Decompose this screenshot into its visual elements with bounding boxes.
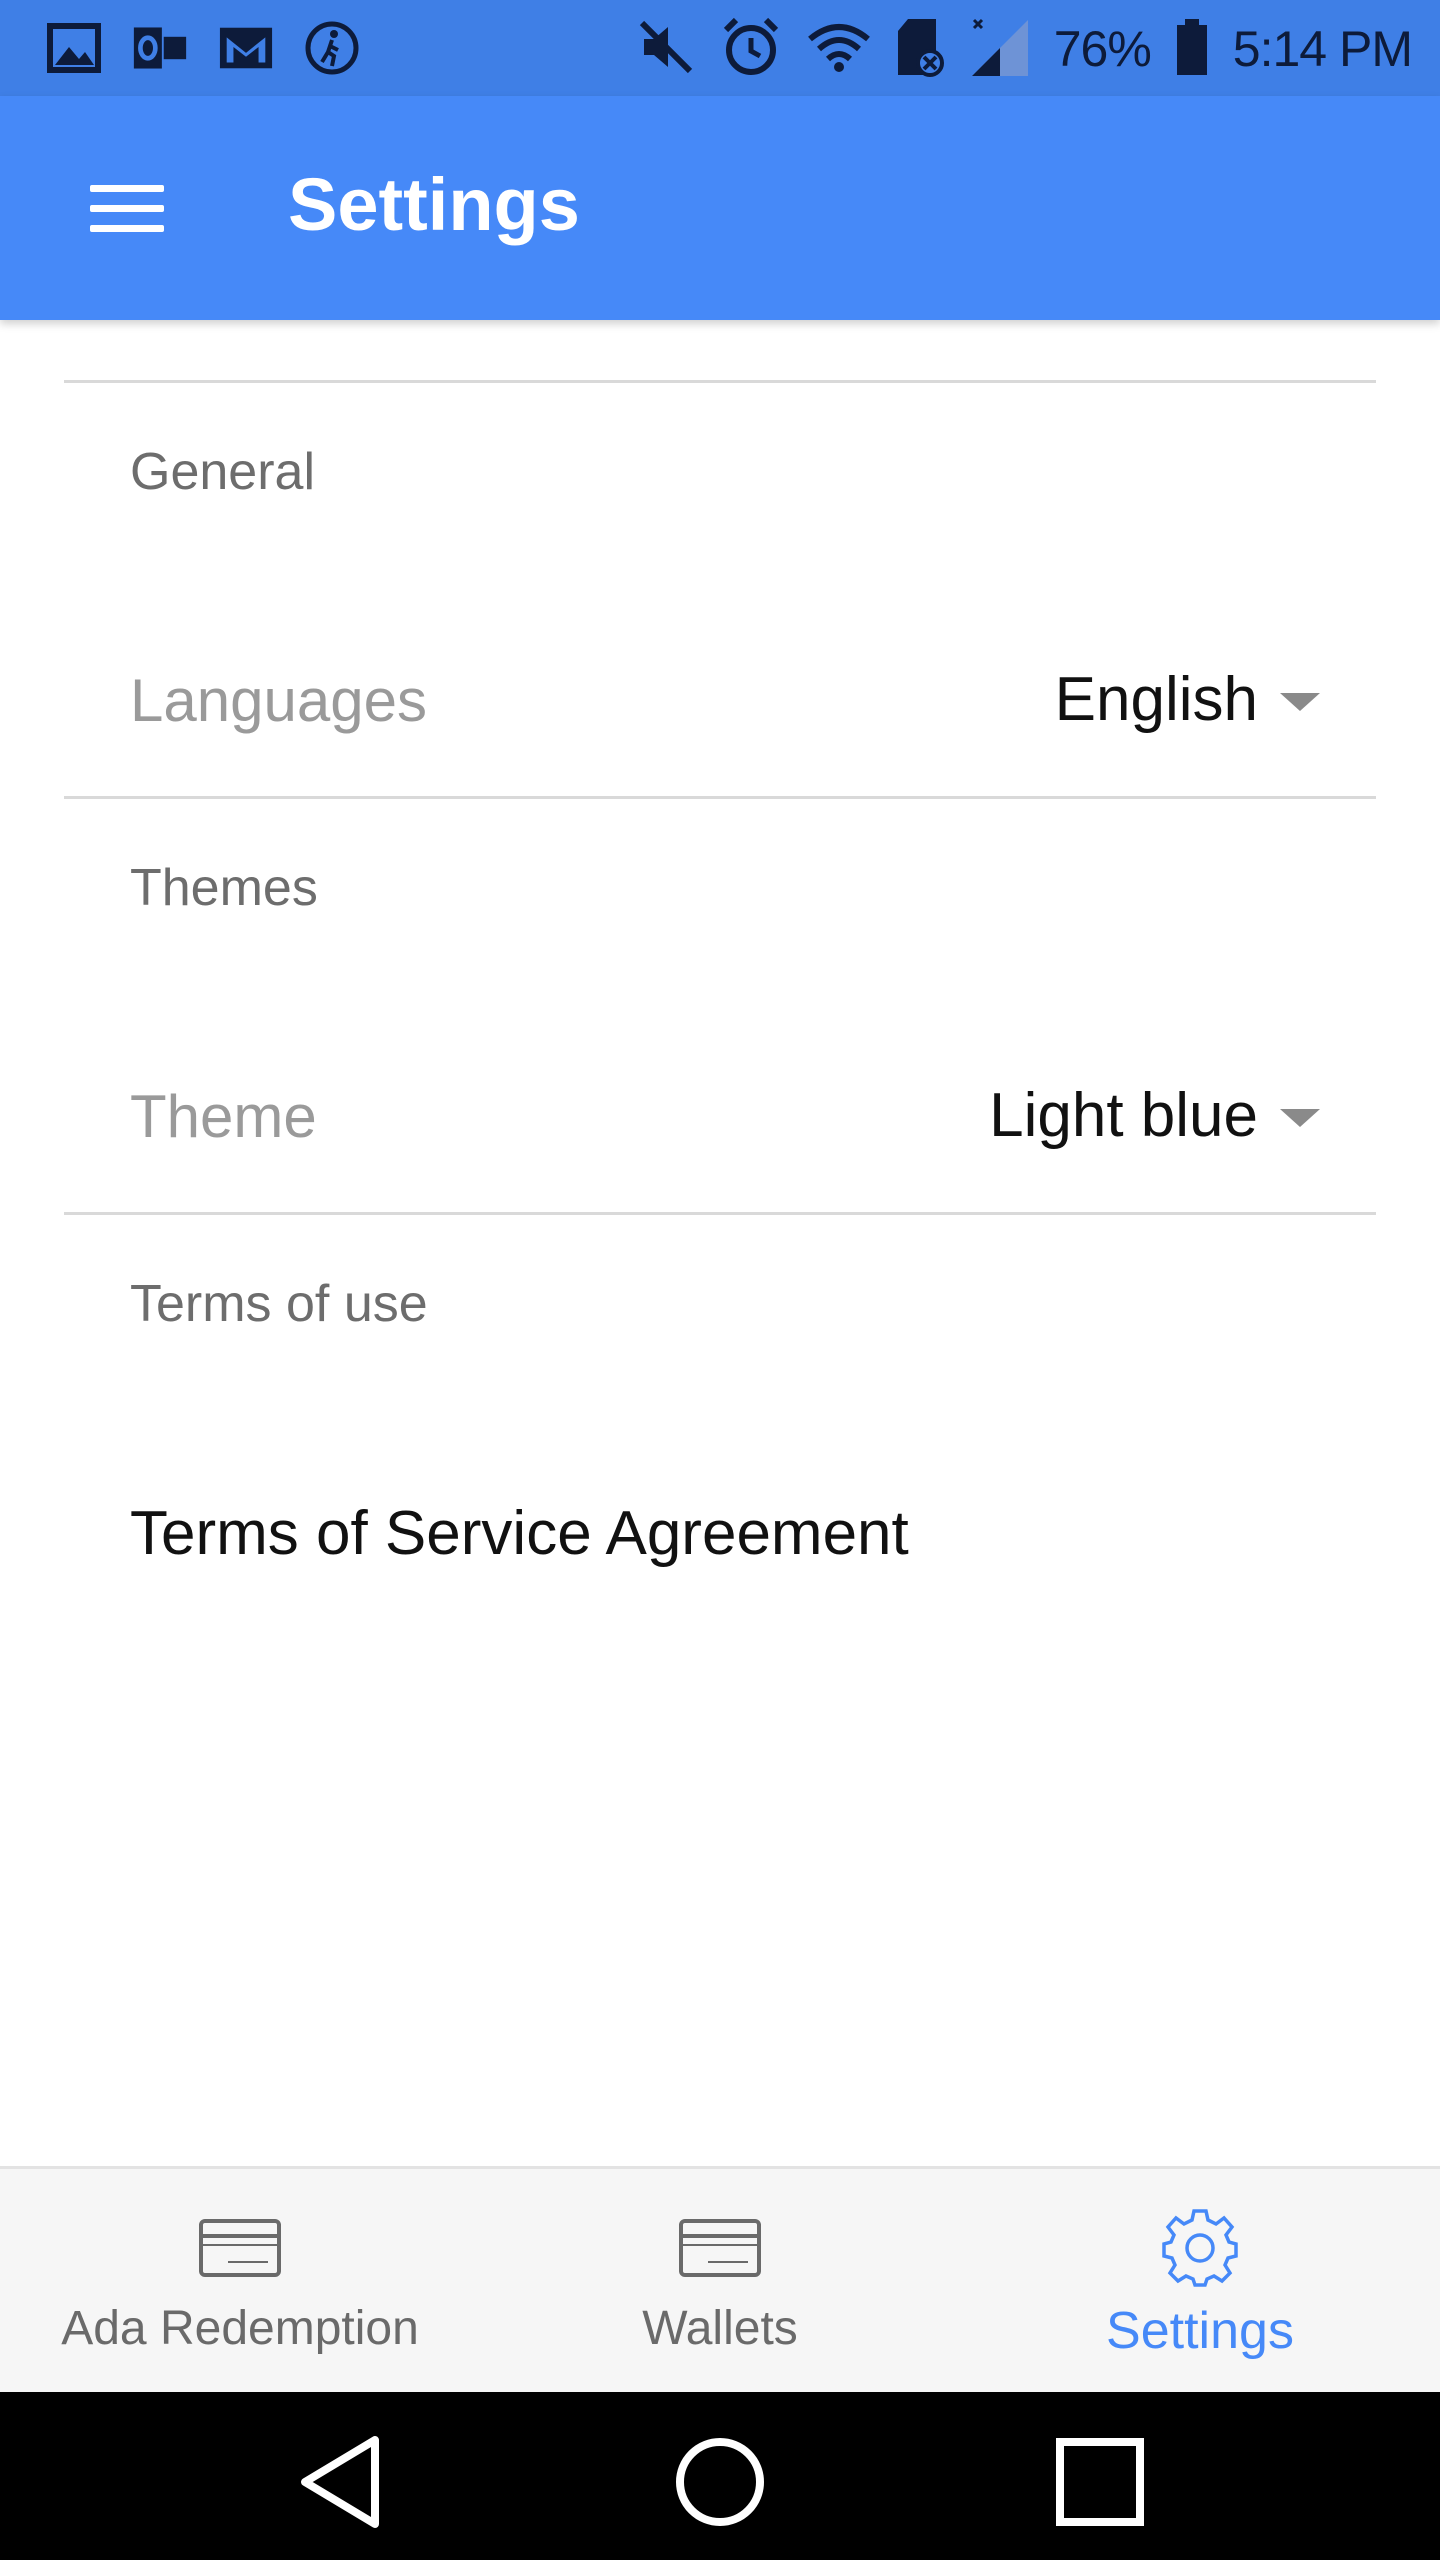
languages-label: Languages xyxy=(130,667,427,734)
card-icon xyxy=(198,2203,282,2293)
wifi-icon xyxy=(806,21,872,78)
system-navigation-bar xyxy=(0,2392,1440,2560)
image-icon xyxy=(46,20,102,76)
menu-line xyxy=(90,224,164,232)
alarm-icon xyxy=(720,16,782,83)
home-icon[interactable] xyxy=(670,2432,770,2532)
section-title-themes: Themes xyxy=(130,859,318,917)
page-title: Settings xyxy=(288,163,580,246)
battery-icon xyxy=(1175,17,1209,82)
app-bar: Settings xyxy=(0,96,1440,320)
walk-icon xyxy=(304,20,360,76)
sd-card-icon xyxy=(896,17,946,82)
theme-label: Theme xyxy=(130,1083,317,1150)
recents-icon[interactable] xyxy=(1050,2432,1150,2532)
dropdown-arrow-icon xyxy=(1280,1108,1320,1127)
system-status: 76% 5:14 PM xyxy=(638,14,1413,84)
card-icon xyxy=(678,2203,762,2293)
dropdown-arrow-icon xyxy=(1280,692,1320,711)
notification-icons xyxy=(46,20,360,76)
nav-label: Wallets xyxy=(642,2302,798,2355)
divider xyxy=(64,380,1376,383)
bottom-navigation: Ada Redemption Wallets Settings xyxy=(0,2166,1440,2392)
divider xyxy=(64,1212,1376,1215)
nav-ada-redemption[interactable]: Ada Redemption xyxy=(40,2169,440,2395)
outlook-icon xyxy=(132,20,188,76)
section-title-terms: Terms of use xyxy=(130,1275,428,1333)
section-title-general: General xyxy=(130,443,315,501)
gear-icon xyxy=(1160,2203,1240,2293)
language-select-value: English xyxy=(1054,665,1258,734)
theme-select-value: Light blue xyxy=(989,1081,1258,1150)
gmail-icon xyxy=(218,20,274,76)
status-bar: 76% 5:14 PM xyxy=(0,0,1440,96)
language-select[interactable]: English xyxy=(1055,664,1320,735)
signal-icon xyxy=(970,16,1030,83)
nav-wallets[interactable]: Wallets xyxy=(520,2169,920,2395)
divider xyxy=(64,796,1376,799)
back-icon[interactable] xyxy=(290,2432,390,2532)
nav-label: Ada Redemption xyxy=(61,2302,419,2355)
theme-select[interactable]: Light blue xyxy=(989,1080,1320,1151)
clock: 5:14 PM xyxy=(1232,21,1413,77)
terms-of-service-link[interactable]: Terms of Service Agreement xyxy=(130,1498,909,1569)
nav-label: Settings xyxy=(1106,2302,1294,2360)
menu-line xyxy=(90,204,164,212)
hamburger-menu-icon[interactable] xyxy=(70,158,186,258)
mute-icon xyxy=(638,19,696,80)
menu-line xyxy=(90,184,164,192)
nav-settings[interactable]: Settings xyxy=(1000,2169,1400,2395)
battery-percent: 76% xyxy=(1053,21,1152,77)
